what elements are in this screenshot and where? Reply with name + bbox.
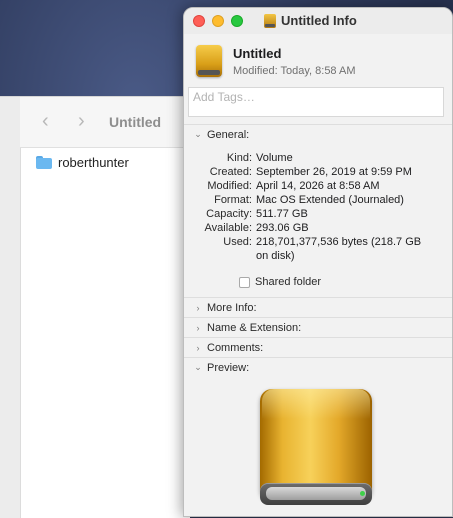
folder-icon <box>36 156 52 169</box>
detail-key: Available: <box>204 222 253 234</box>
detail-key: Modified: <box>207 180 252 192</box>
detail-key: Capacity: <box>206 208 252 220</box>
section-preview[interactable]: ⌄ Preview: <box>184 357 452 377</box>
drive-base-plate <box>266 487 366 500</box>
detail-row: Available: 293.06 GB <box>184 221 452 235</box>
detail-row: Created: September 26, 2019 at 9:59 PM <box>184 165 452 179</box>
chevron-right-icon[interactable]: › <box>78 111 85 131</box>
info-header: Untitled Modified: Today, 8:58 AM <box>196 45 446 85</box>
drive-led <box>360 491 365 496</box>
section-comments[interactable]: › Comments: <box>184 337 452 357</box>
section-label: Preview: <box>207 361 250 374</box>
detail-row: Used: 218,701,377,536 bytes (218.7 GB on… <box>184 235 452 263</box>
detail-row: Capacity: 511.77 GB <box>184 207 452 221</box>
section-label: Name & Extension: <box>207 321 302 334</box>
info-window: Untitled Info Untitled Modified: Today, … <box>183 7 453 517</box>
detail-value: 511.77 GB <box>256 208 308 220</box>
detail-value: September 26, 2019 at 9:59 PM <box>256 166 412 178</box>
shared-folder-option[interactable]: Shared folder <box>239 276 321 288</box>
maximize-button[interactable] <box>231 15 243 27</box>
shared-folder-checkbox[interactable] <box>239 276 250 288</box>
minimize-button[interactable] <box>212 15 224 27</box>
window-title: Untitled Info <box>281 13 357 28</box>
preview-drive-image <box>260 389 372 507</box>
item-name: Untitled <box>233 46 282 61</box>
section-name-extension[interactable]: › Name & Extension: <box>184 317 452 337</box>
section-general[interactable]: ⌄ General: <box>184 124 452 144</box>
section-label: General: <box>207 128 250 141</box>
detail-row: Modified: April 14, 2026 at 8:58 AM <box>184 179 452 193</box>
finder-title: Untitled <box>109 114 162 130</box>
detail-value: Mac OS Extended (Journaled) <box>256 194 404 206</box>
detail-key: Kind: <box>226 152 252 164</box>
window-title-group: Untitled Info <box>264 13 357 28</box>
disclosure-down-icon[interactable]: ⌄ <box>193 362 203 373</box>
tags-input[interactable] <box>188 87 444 117</box>
disclosure-right-icon[interactable]: › <box>193 323 203 333</box>
detail-key: Used: <box>223 236 252 248</box>
disclosure-right-icon[interactable]: › <box>193 343 203 353</box>
detail-value: 218,701,377,536 bytes (218.7 GB on disk) <box>256 236 422 262</box>
external-drive-icon <box>196 45 222 77</box>
general-details: Kind: Volume Created: September 26, 2019… <box>184 151 452 263</box>
detail-key: Created: <box>209 166 252 178</box>
drive-base <box>260 483 372 505</box>
disclosure-down-icon[interactable]: ⌄ <box>193 129 203 140</box>
modified-summary: Modified: Today, 8:58 AM <box>233 65 356 77</box>
detail-value: Volume <box>256 152 293 164</box>
section-label: More Info: <box>207 301 257 314</box>
chevron-left-icon[interactable]: ‹ <box>42 111 49 131</box>
section-label: Comments: <box>207 341 264 354</box>
detail-key: Format: <box>214 194 252 206</box>
title-bar[interactable]: Untitled Info <box>184 8 452 34</box>
finder-item-label: roberthunter <box>58 155 129 170</box>
detail-row: Format: Mac OS Extended (Journaled) <box>184 193 452 207</box>
detail-value: 293.06 GB <box>256 222 309 234</box>
external-drive-icon <box>264 13 276 28</box>
section-more-info[interactable]: › More Info: <box>184 297 452 317</box>
detail-row: Kind: Volume <box>184 151 452 165</box>
shared-folder-label: Shared folder <box>255 276 322 288</box>
drive-highlight <box>262 389 370 419</box>
detail-value: April 14, 2026 at 8:58 AM <box>256 180 380 192</box>
finder-sidebar <box>0 97 21 518</box>
disclosure-right-icon[interactable]: › <box>193 303 203 313</box>
finder-window: ‹ › Untitled roberthunter <box>0 96 190 518</box>
close-button[interactable] <box>193 15 205 27</box>
finder-toolbar: ‹ › Untitled <box>20 97 190 148</box>
finder-list-item[interactable]: roberthunter <box>36 155 129 170</box>
